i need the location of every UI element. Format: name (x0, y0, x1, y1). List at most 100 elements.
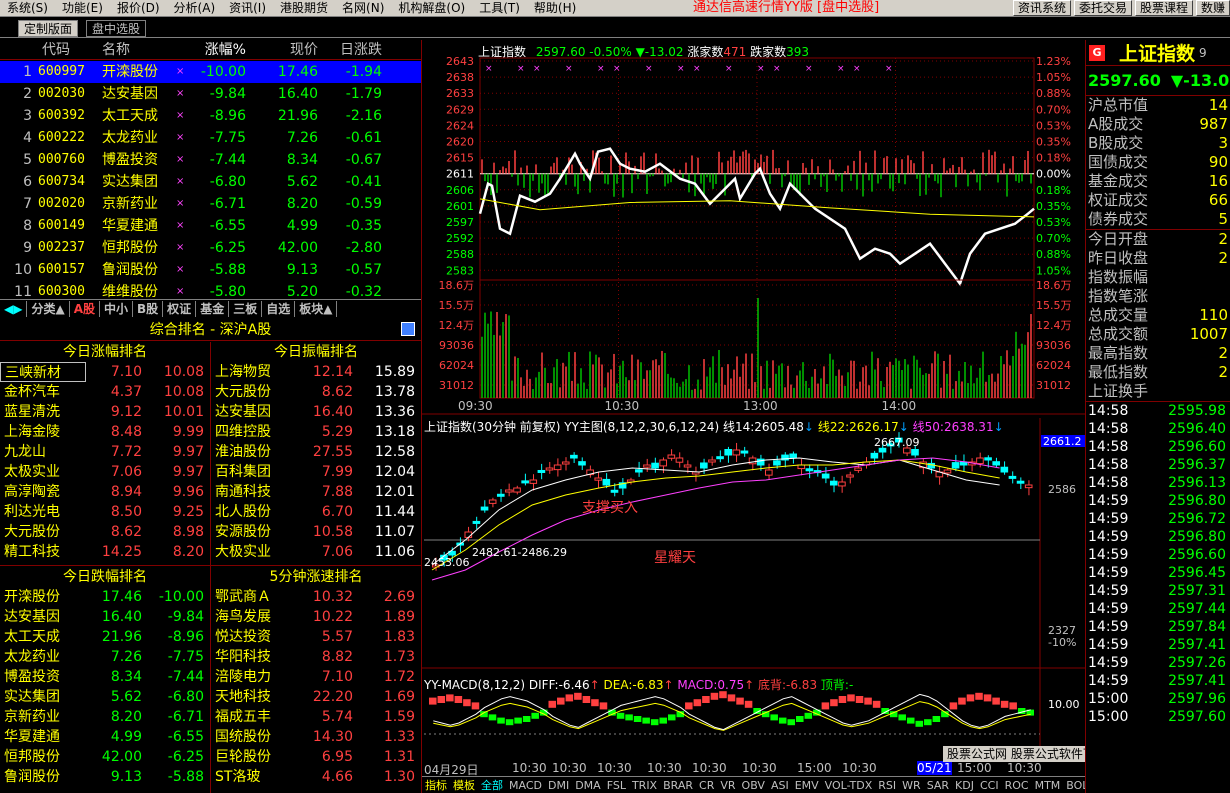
list-item[interactable]: 鲁润股份 9.13 -5.88 (0, 767, 210, 787)
board-tab[interactable]: A股 (70, 300, 100, 317)
menu-help[interactable]: 帮助(H) (527, 0, 583, 16)
indicator-tab[interactable]: 指标 (422, 777, 450, 793)
list-item[interactable]: 上海金陵 8.48 9.99 (0, 422, 210, 442)
list-item[interactable]: 安源股份 10.58 11.07 (211, 522, 421, 542)
indicator-tab[interactable]: KDJ (952, 779, 977, 792)
board-tab[interactable]: 中小 (100, 300, 134, 317)
prev-icon[interactable]: ◀▶ (0, 300, 28, 317)
indicator-tab[interactable]: BRAR (660, 779, 696, 792)
board-tab[interactable]: 自选 (262, 300, 296, 317)
list-item[interactable]: 达安基因 16.40 -9.84 (0, 607, 210, 627)
earn-button[interactable]: 数赚 (1195, 0, 1230, 16)
indicator-tab[interactable]: CR (696, 779, 717, 792)
list-item[interactable]: 京新药业 8.20 -6.71 (0, 707, 210, 727)
indicator-tab[interactable]: TRIX (629, 779, 660, 792)
indicator-tab[interactable]: SAR (924, 779, 952, 792)
indicator-tab[interactable]: 全部 (478, 777, 506, 793)
board-tab[interactable]: 基金 (196, 300, 230, 317)
table-row[interactable]: 2 002030 达安基因 × -9.84 16.40 -1.79 (0, 83, 421, 105)
table-row[interactable]: 8 600149 华夏建通 × -6.55 4.99 -0.35 (0, 215, 421, 237)
trade-button[interactable]: 委托交易 (1073, 0, 1132, 16)
indicator-tab[interactable]: OBV (739, 779, 768, 792)
table-row[interactable]: 10 600157 鲁润股份 × -5.88 9.13 -0.57 (0, 259, 421, 281)
indicator-tab[interactable]: 模板 (450, 777, 478, 793)
indicator-tab[interactable]: CCI (977, 779, 1002, 792)
menu-function[interactable]: 功能(E) (55, 0, 110, 16)
tab-custom-layout[interactable]: 定制版面 (18, 20, 79, 37)
board-tab[interactable]: 权证 (163, 300, 197, 317)
indicator-tab[interactable]: DMI (545, 779, 572, 792)
indicator-tab[interactable]: VR (717, 779, 738, 792)
menu-hk-futures[interactable]: 港股期货 (273, 0, 335, 16)
list-item[interactable]: 利达光电 8.50 9.25 (0, 502, 210, 522)
table-row[interactable]: 3 600392 太工天成 × -8.96 21.96 -2.16 (0, 105, 421, 127)
g-icon[interactable]: G (1089, 44, 1105, 61)
menu-tools[interactable]: 工具(T) (472, 0, 527, 16)
table-row[interactable]: 5 000760 博盈投资 × -7.44 8.34 -0.67 (0, 149, 421, 171)
menu-quote[interactable]: 报价(D) (110, 0, 167, 16)
indicator-tab[interactable]: ROC (1002, 779, 1032, 792)
board-tab[interactable]: 三板 (229, 300, 263, 317)
list-item[interactable]: 南通科技 7.88 12.01 (211, 482, 421, 502)
list-item[interactable]: 大元股份 8.62 13.78 (211, 382, 421, 402)
list-item[interactable]: 四维控股 5.29 13.18 (211, 422, 421, 442)
indicator-tab[interactable]: MACD (506, 779, 545, 792)
menu-info[interactable]: 资讯(I) (222, 0, 273, 16)
list-item[interactable]: 天地科技 22.20 1.69 (211, 687, 421, 707)
list-item[interactable]: 太龙药业 7.26 -7.75 (0, 647, 210, 667)
table-row[interactable]: 9 002237 恒邦股份 × -6.25 42.00 -2.80 (0, 237, 421, 259)
col-price[interactable]: 现价 (246, 40, 318, 59)
table-row[interactable]: 4 600222 太龙药业 × -7.75 7.26 -0.61 (0, 127, 421, 149)
indicator-tab[interactable]: FSL (604, 779, 629, 792)
menu-institution[interactable]: 机构解盘(O) (391, 0, 472, 16)
table-row[interactable]: 1 600997 开滦股份 × -10.00 17.46 -1.94 (0, 61, 421, 83)
indicator-tab[interactable]: EMV (792, 779, 822, 792)
board-tab[interactable]: 分类▲ (27, 300, 70, 317)
list-item[interactable]: 华阳科技 8.82 1.73 (211, 647, 421, 667)
menu-system[interactable]: 系统(S) (0, 0, 55, 16)
list-item[interactable]: 博盈投资 8.34 -7.44 (0, 667, 210, 687)
list-item[interactable]: 蓝星清洗 9.12 10.01 (0, 402, 210, 422)
list-item[interactable]: 高淳陶瓷 8.94 9.96 (0, 482, 210, 502)
course-button[interactable]: 股票课程 (1134, 0, 1193, 16)
list-item[interactable]: 上海物贸 12.14 15.89 (211, 362, 421, 382)
list-item[interactable]: 百科集团 7.99 12.04 (211, 462, 421, 482)
list-item[interactable]: 九龙山 7.72 9.97 (0, 442, 210, 462)
info-system-button[interactable]: 资讯系统 (1012, 0, 1071, 16)
list-item[interactable]: 国统股份 14.30 1.33 (211, 727, 421, 747)
list-item[interactable]: 淮油股份 27.55 12.58 (211, 442, 421, 462)
list-item[interactable]: 华夏建通 4.99 -6.55 (0, 727, 210, 747)
indicator-tab[interactable]: ASI (768, 779, 792, 792)
menu-analysis[interactable]: 分析(A) (167, 0, 223, 16)
list-item[interactable]: 巨轮股份 6.95 1.31 (211, 747, 421, 767)
col-change[interactable]: 日涨跌 (318, 40, 386, 59)
list-item[interactable]: 悦达投资 5.57 1.83 (211, 627, 421, 647)
list-item[interactable]: 鄂武商Ａ 10.32 2.69 (211, 587, 421, 607)
col-name[interactable]: 名称 (96, 40, 188, 59)
indicator-tab[interactable]: MTM (1032, 779, 1064, 792)
col-pct[interactable]: 涨幅% (188, 40, 246, 59)
list-item[interactable]: 海鸟发展 10.22 1.89 (211, 607, 421, 627)
list-item[interactable]: 达安基因 16.40 13.36 (211, 402, 421, 422)
list-item[interactable]: ST洛玻 4.66 1.30 (211, 767, 421, 787)
list-item[interactable]: 福成五丰 5.74 1.59 (211, 707, 421, 727)
ranking-settings-icon[interactable] (401, 322, 415, 336)
tab-intraday-picker[interactable]: 盘中选股 (86, 20, 147, 37)
col-code[interactable]: 代码 (38, 40, 96, 59)
list-item[interactable]: 三峡新材 7.10 10.08 (0, 362, 210, 382)
list-item[interactable]: 涪陵电力 7.10 1.72 (211, 667, 421, 687)
list-item[interactable]: 大极实业 7.06 11.06 (211, 542, 421, 562)
list-item[interactable]: 恒邦股份 42.00 -6.25 (0, 747, 210, 767)
board-tab[interactable]: B股 (133, 300, 164, 317)
indicator-tab[interactable]: VOL-TDX (822, 779, 876, 792)
list-item[interactable]: 精工科技 14.25 8.20 (0, 542, 210, 562)
list-item[interactable]: 北人股份 6.70 11.44 (211, 502, 421, 522)
list-item[interactable]: 太工天成 21.96 -8.96 (0, 627, 210, 647)
list-item[interactable]: 大元股份 8.62 8.98 (0, 522, 210, 542)
indicator-tab[interactable]: WR (899, 779, 924, 792)
list-item[interactable]: 太极实业 7.06 9.97 (0, 462, 210, 482)
list-item[interactable]: 金杯汽车 4.37 10.08 (0, 382, 210, 402)
table-row[interactable]: 6 600734 实达集团 × -6.80 5.62 -0.41 (0, 171, 421, 193)
table-row[interactable]: 7 002020 京新药业 × -6.71 8.20 -0.59 (0, 193, 421, 215)
indicator-tab[interactable]: DMA (572, 779, 604, 792)
